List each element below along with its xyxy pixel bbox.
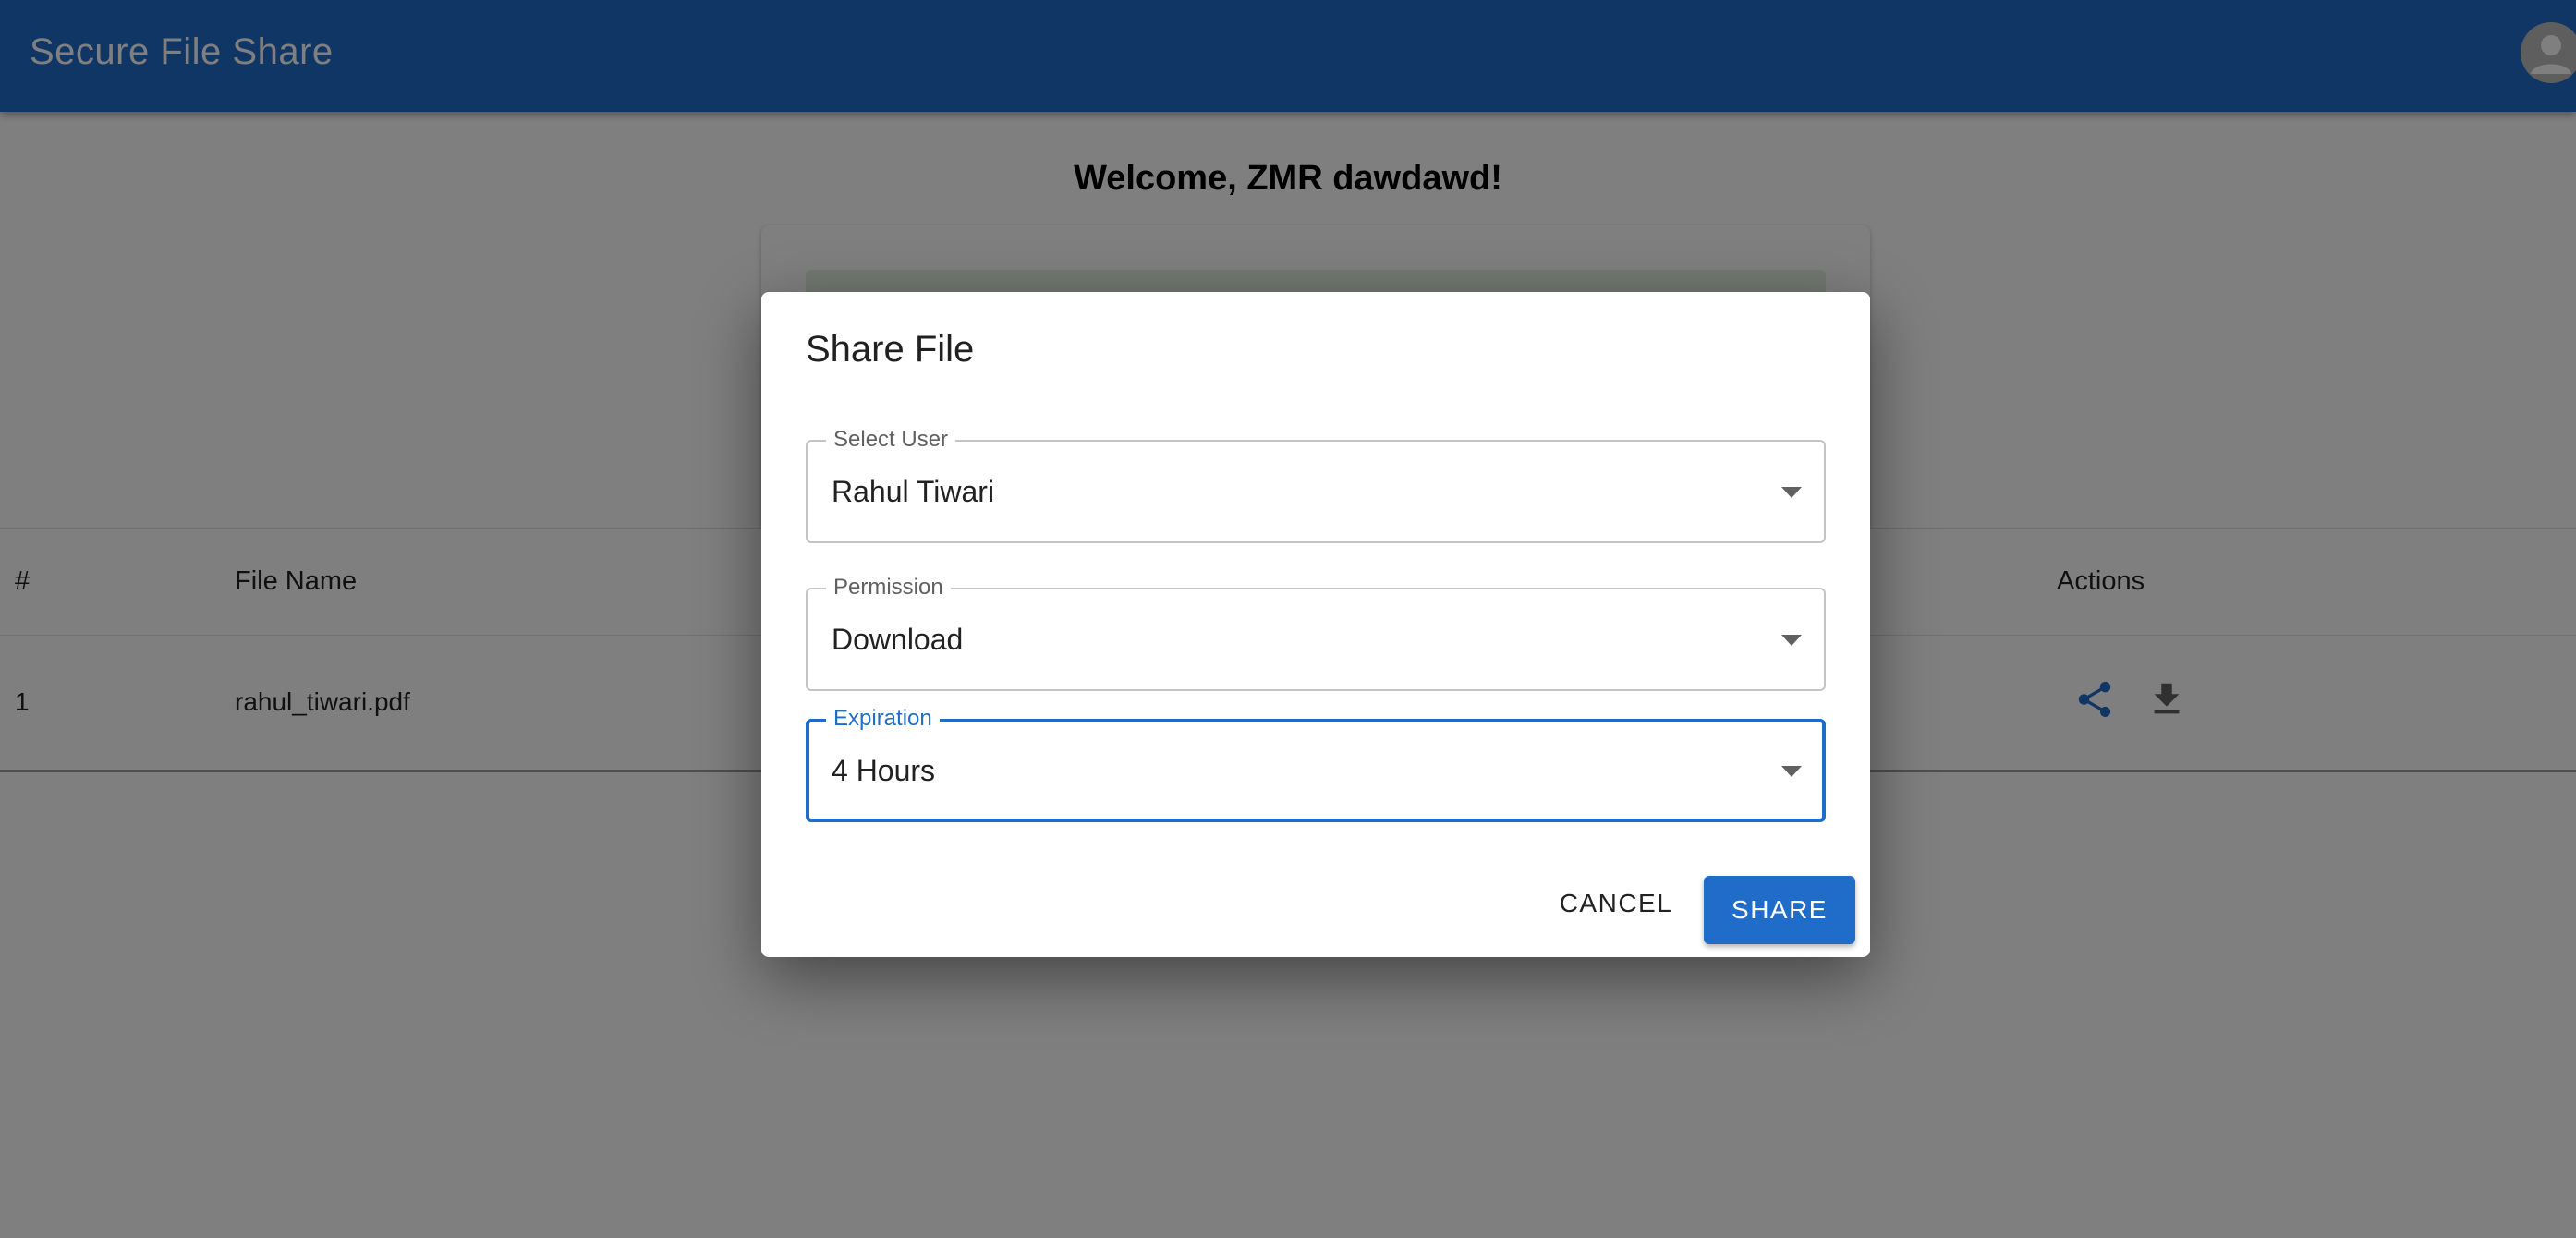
app-page: Secure File Share Welcome, ZMR dawdawd! … xyxy=(0,0,2576,1238)
select-user-label: Select User xyxy=(826,426,956,454)
select-user-dropdown[interactable]: Select User Rahul Tiwari xyxy=(806,426,1826,543)
share-button[interactable]: SHARE xyxy=(1704,876,1855,944)
expiration-value: 4 Hours xyxy=(832,754,936,787)
cancel-button[interactable]: CANCEL xyxy=(1556,876,1676,931)
expiration-label: Expiration xyxy=(826,705,940,733)
chevron-down-icon xyxy=(1781,766,1802,777)
select-user-value: Rahul Tiwari xyxy=(832,475,995,508)
chevron-down-icon xyxy=(1781,487,1802,498)
chevron-down-icon xyxy=(1781,635,1802,646)
permission-dropdown[interactable]: Permission Download xyxy=(806,574,1826,691)
dialog-title: Share File xyxy=(806,329,975,370)
permission-label: Permission xyxy=(826,574,951,601)
permission-value: Download xyxy=(832,623,964,656)
expiration-dropdown[interactable]: Expiration 4 Hours xyxy=(806,705,1826,822)
share-file-dialog: Share File Select User Rahul Tiwari Perm… xyxy=(761,292,1870,957)
